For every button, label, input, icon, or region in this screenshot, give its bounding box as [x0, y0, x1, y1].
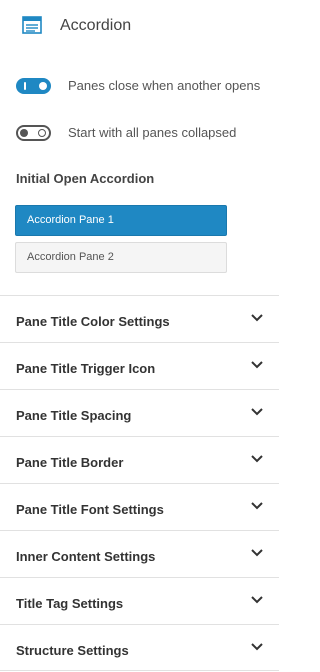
settings-item-structure[interactable]: Structure Settings	[0, 624, 279, 671]
settings-item-pane-title-border[interactable]: Pane Title Border	[0, 436, 279, 483]
toggle-on-bar	[24, 82, 26, 90]
settings-item-label: Pane Title Color Settings	[16, 314, 170, 329]
settings-item-pane-title-font[interactable]: Pane Title Font Settings	[0, 483, 279, 530]
settings-item-pane-title-spacing[interactable]: Pane Title Spacing	[0, 389, 279, 436]
start-collapsed-label: Start with all panes collapsed	[68, 125, 237, 140]
pane-1-button[interactable]: Accordion Pane 1	[15, 205, 227, 236]
toggle-off-ring	[38, 129, 46, 137]
initial-open-label: Initial Open Accordion	[16, 171, 155, 186]
toggle-knob	[20, 129, 28, 137]
panel-header: Accordion	[0, 0, 279, 52]
settings-item-label: Pane Title Border	[16, 455, 124, 470]
panel-title: Accordion	[60, 17, 132, 34]
settings-item-label: Pane Title Font Settings	[16, 502, 164, 517]
chevron-down-icon	[251, 643, 263, 651]
chevron-down-icon	[251, 596, 263, 604]
chevron-down-icon	[251, 361, 263, 369]
chevron-down-icon	[251, 502, 263, 510]
settings-item-label: Pane Title Trigger Icon	[16, 361, 156, 376]
settings-item-pane-title-trigger-icon[interactable]: Pane Title Trigger Icon	[0, 342, 279, 389]
settings-item-label: Title Tag Settings	[16, 596, 124, 611]
settings-item-title-tag[interactable]: Title Tag Settings	[0, 577, 279, 624]
close-others-label: Panes close when another opens	[68, 78, 261, 93]
close-others-toggle[interactable]	[16, 78, 51, 94]
settings-list: Pane Title Color Settings Pane Title Tri…	[0, 295, 279, 671]
toggle-row-start-collapsed: Start with all panes collapsed	[16, 123, 276, 143]
chevron-down-icon	[251, 408, 263, 416]
pane-2-button[interactable]: Accordion Pane 2	[15, 242, 227, 273]
start-collapsed-toggle[interactable]	[16, 125, 51, 141]
chevron-down-icon	[251, 314, 263, 322]
accordion-block-icon	[22, 16, 42, 34]
settings-item-label: Structure Settings	[16, 643, 129, 658]
settings-item-label: Inner Content Settings	[16, 549, 156, 564]
settings-item-label: Pane Title Spacing	[16, 408, 132, 423]
toggle-knob	[39, 82, 47, 90]
chevron-down-icon	[251, 549, 263, 557]
settings-item-pane-title-color[interactable]: Pane Title Color Settings	[0, 295, 279, 342]
chevron-down-icon	[251, 455, 263, 463]
toggle-row-close-others: Panes close when another opens	[16, 76, 276, 96]
settings-item-inner-content[interactable]: Inner Content Settings	[0, 530, 279, 577]
